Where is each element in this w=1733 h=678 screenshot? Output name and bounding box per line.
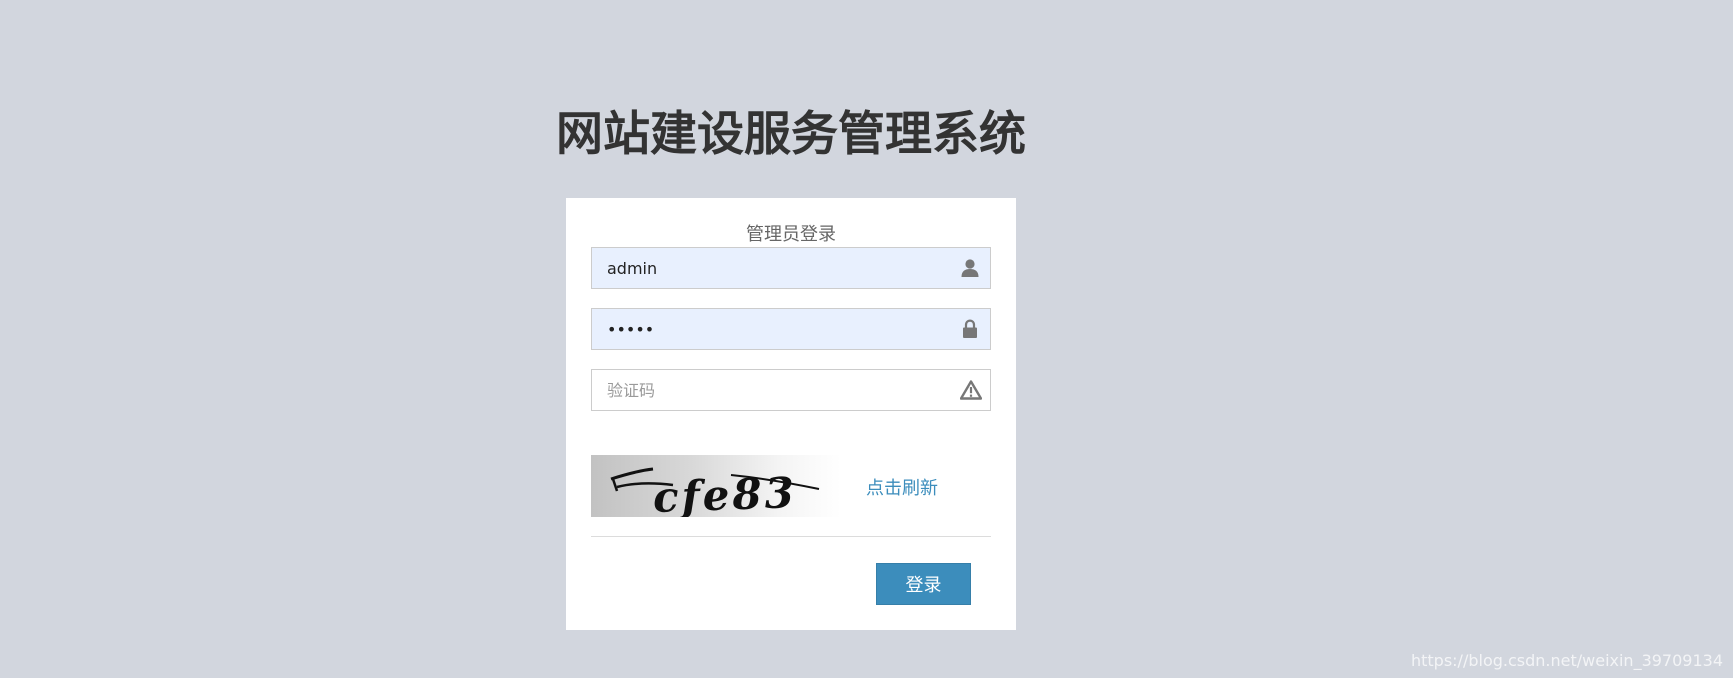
captcha-input[interactable] bbox=[592, 370, 947, 410]
login-card: 管理员登录 admin 验证码 cfe83 点击刷新 登录 bbox=[566, 198, 1016, 630]
page-title: 网站建设服务管理系统 bbox=[556, 107, 1026, 162]
username-field-wrapper bbox=[591, 247, 991, 289]
captcha-field-wrapper bbox=[591, 369, 991, 411]
lock-icon bbox=[960, 319, 980, 339]
login-heading: 管理员登录 bbox=[746, 224, 836, 245]
username-input[interactable] bbox=[592, 248, 947, 288]
password-input[interactable] bbox=[592, 309, 947, 349]
captcha-text: cfe83 bbox=[652, 468, 797, 517]
user-icon bbox=[960, 258, 980, 278]
login-button[interactable]: 登录 bbox=[876, 563, 971, 605]
captcha-image[interactable]: cfe83 bbox=[591, 455, 841, 517]
login-page: 网站建设服务管理系统 管理员登录 admin 验证码 cfe83 点击刷新 登录… bbox=[0, 0, 1733, 678]
warning-icon bbox=[959, 380, 983, 400]
refresh-captcha-link[interactable]: 点击刷新 bbox=[866, 474, 938, 500]
watermark: https://blog.csdn.net/weixin_39709134 bbox=[1410, 651, 1723, 670]
password-field-wrapper bbox=[591, 308, 991, 350]
divider bbox=[591, 536, 991, 537]
